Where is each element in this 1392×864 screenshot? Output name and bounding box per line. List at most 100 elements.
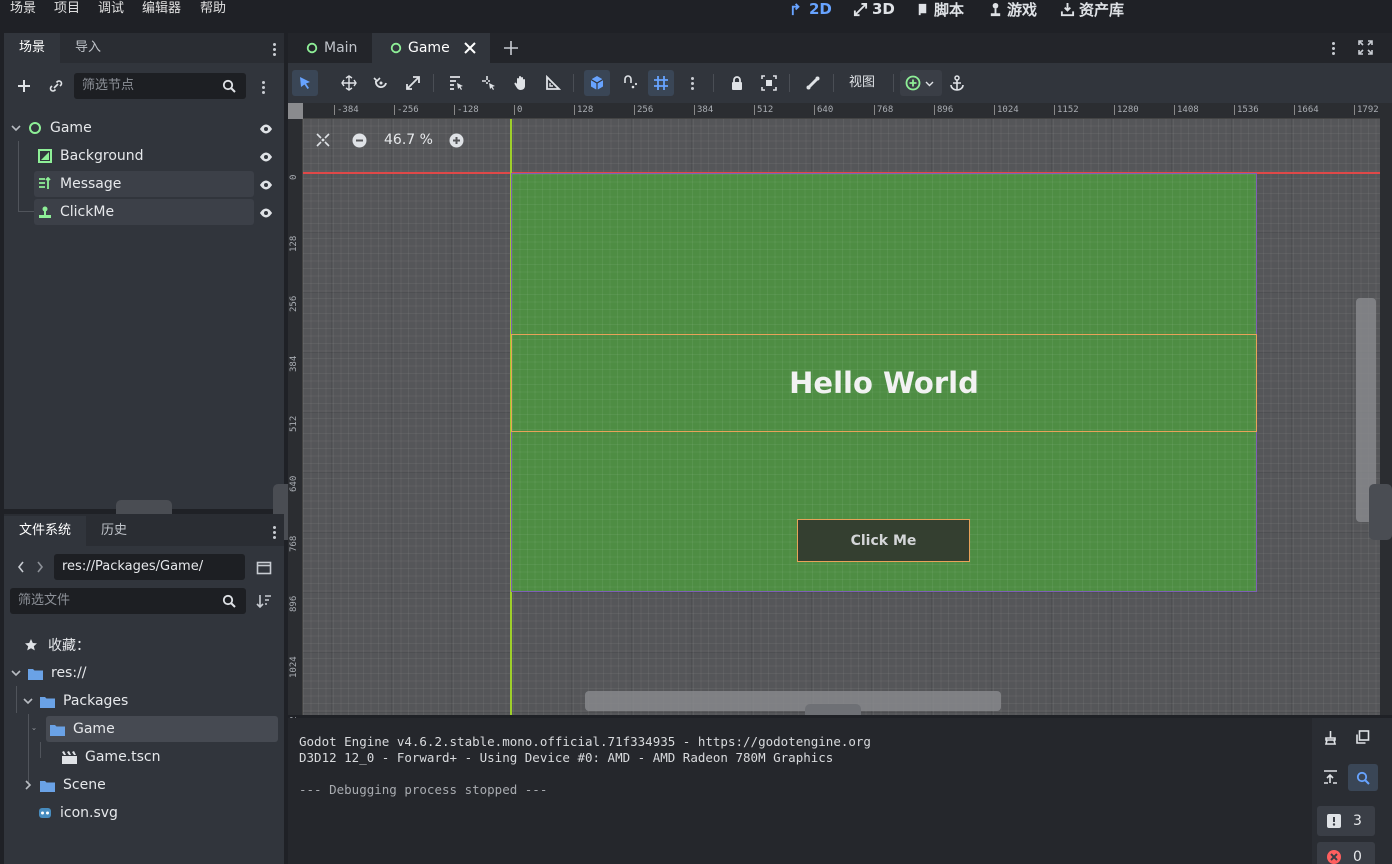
visibility-eye-icon[interactable]	[259, 206, 273, 220]
path-field[interactable]: res://Packages/Game/	[54, 554, 245, 580]
folder-row-scene[interactable]: Scene	[22, 772, 106, 798]
bone-button[interactable]	[800, 70, 826, 96]
filesystem-dock-menu-icon[interactable]	[273, 524, 277, 540]
instance-scene-button[interactable]	[46, 76, 66, 96]
mode-assetlib-button[interactable]: 资产库	[1060, 0, 1124, 19]
tab-import[interactable]: 导入	[60, 33, 116, 63]
ruler-tool-button[interactable]	[540, 70, 566, 96]
scale-icon	[406, 76, 420, 90]
file-row-icon-svg[interactable]: icon.svg	[38, 800, 118, 826]
layout-toggle-icon[interactable]	[256, 560, 272, 576]
mode-2d-button[interactable]: 2D	[790, 0, 832, 18]
canvas-viewport[interactable]: Hello World Click Me 46.7 %	[288, 103, 1380, 715]
smart-snap-button[interactable]	[584, 70, 610, 96]
ruler-tick-label: 512	[754, 105, 773, 115]
snap-options-button[interactable]	[617, 70, 643, 96]
snap-icon	[624, 75, 638, 89]
folder-chevron[interactable]	[32, 716, 36, 742]
ruler-tick-label: 0	[289, 174, 299, 180]
tab-scene[interactable]: 场景	[4, 33, 61, 63]
group-button[interactable]	[756, 70, 782, 96]
add-node-button[interactable]	[14, 76, 34, 96]
ruler-tick-label: 1024	[994, 105, 1019, 115]
mode-game-button[interactable]: 游戏	[988, 0, 1037, 19]
zoom-out-icon[interactable]	[352, 133, 367, 148]
node-circle-icon	[306, 42, 318, 54]
nav-back-icon[interactable]	[16, 560, 26, 574]
tree-node-message[interactable]: Message	[34, 171, 254, 197]
move-tool-button[interactable]	[336, 70, 362, 96]
visibility-eye-icon[interactable]	[259, 178, 273, 192]
folder-row-res[interactable]: res://	[10, 660, 87, 686]
horizontal-scrollbar[interactable]	[585, 691, 1001, 711]
click-me-button[interactable]: Click Me	[797, 519, 970, 562]
sort-icon[interactable]	[256, 593, 272, 609]
output-split-handle[interactable]	[805, 704, 861, 715]
folder-row-game[interactable]: Game	[46, 716, 278, 742]
clear-output-icon[interactable]	[1323, 730, 1338, 745]
file-filter-input[interactable]: 筛选文件	[10, 588, 246, 614]
menu-help[interactable]: 帮助	[200, 0, 226, 18]
filter-messages-button[interactable]	[1348, 764, 1378, 791]
ruler-tick-label: 0	[514, 105, 522, 115]
tab-filesystem[interactable]: 文件系统	[4, 516, 87, 546]
chevron-down-icon	[11, 670, 21, 677]
add-anchor-button[interactable]	[900, 70, 942, 96]
log-line: --- Debugging process stopped ---	[299, 782, 548, 797]
warnings-toggle[interactable]: 3	[1317, 806, 1375, 836]
pan-tool-button[interactable]	[508, 70, 534, 96]
scene-tab-main[interactable]: Main	[294, 33, 372, 63]
tree-node-game[interactable]: Game	[10, 115, 250, 141]
snap-menu-icon[interactable]	[691, 75, 695, 91]
menu-editor[interactable]: 编辑器	[142, 0, 181, 18]
move-icon	[341, 75, 357, 91]
distraction-free-icon[interactable]	[1358, 40, 1373, 55]
tree-node-background[interactable]: Background	[34, 143, 254, 169]
new-tab-plus-icon[interactable]	[503, 40, 519, 56]
right-dock-handle[interactable]	[1369, 484, 1392, 540]
ruler-tick-label: 384	[289, 355, 299, 372]
pivot-tool-button[interactable]	[476, 70, 502, 96]
rotate-tool-button[interactable]	[368, 70, 394, 96]
ruler-tick-label: 1664	[1294, 105, 1319, 115]
zoom-in-icon[interactable]	[449, 133, 464, 148]
center-view-icon[interactable]	[316, 133, 330, 147]
mode-script-button[interactable]: 脚本	[915, 0, 964, 19]
visibility-eye-icon[interactable]	[259, 150, 273, 164]
log-line: Godot Engine v4.6.2.stable.mono.official…	[299, 734, 871, 749]
collapse-icon[interactable]	[1323, 770, 1338, 785]
ruler-icon	[546, 75, 561, 90]
menu-scene[interactable]: 场景	[10, 0, 36, 18]
menu-project[interactable]: 项目	[54, 0, 80, 18]
asset-lib-icon	[1060, 2, 1075, 16]
view-menu[interactable]: 视图	[849, 74, 875, 92]
grid-snap-button[interactable]	[648, 70, 674, 96]
zoom-level[interactable]: 46.7 %	[384, 132, 433, 148]
scale-tool-button[interactable]	[400, 70, 426, 96]
tree-node-clickme[interactable]: ClickMe	[34, 199, 254, 225]
scene-tab-game[interactable]: Game	[372, 33, 490, 63]
close-icon[interactable]	[463, 42, 476, 54]
lock-button[interactable]	[724, 70, 750, 96]
scene-dock-menu-icon[interactable]	[273, 41, 277, 57]
tab-history[interactable]: 历史	[86, 516, 142, 546]
ruler-tick-label: -384	[334, 105, 359, 115]
nav-forward-icon[interactable]	[35, 560, 45, 574]
list-select-button[interactable]	[443, 70, 469, 96]
visibility-eye-icon[interactable]	[259, 122, 273, 136]
favorites-row[interactable]: 收藏：	[24, 632, 90, 658]
scene-filter-options-icon[interactable]	[262, 79, 266, 95]
node-circle-icon	[390, 42, 402, 54]
select-tool-button[interactable]	[292, 70, 318, 96]
menu-debug[interactable]: 调试	[98, 0, 124, 18]
file-row-game-tscn[interactable]: Game.tscn	[62, 744, 160, 770]
anchor-button[interactable]	[944, 70, 970, 96]
folder-row-packages[interactable]: Packages	[22, 688, 128, 714]
mode-3d-button[interactable]: 3D	[853, 0, 895, 18]
output-panel[interactable]: Godot Engine v4.6.2.stable.mono.official…	[288, 718, 1312, 864]
tab-menu-icon[interactable]	[1332, 40, 1336, 56]
errors-toggle[interactable]: 0	[1317, 842, 1375, 864]
copy-output-icon[interactable]	[1355, 730, 1370, 745]
message-label[interactable]: Hello World	[511, 334, 1257, 432]
grid-icon	[654, 76, 668, 90]
